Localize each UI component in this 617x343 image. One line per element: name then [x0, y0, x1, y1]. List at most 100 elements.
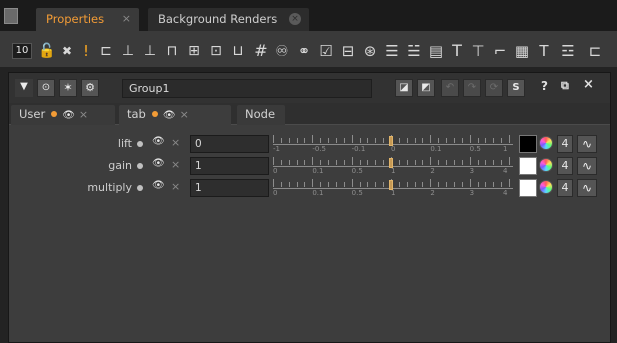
- slider-tick: [288, 182, 290, 187]
- slider-handle[interactable]: [389, 158, 393, 168]
- help-button[interactable]: ?: [541, 79, 548, 93]
- animation-dot-icon[interactable]: [137, 163, 143, 169]
- tab-user[interactable]: User 👁 ×: [11, 105, 115, 125]
- panel-grip-handle[interactable]: [4, 8, 18, 24]
- slider-tick: [453, 160, 455, 165]
- float-icon[interactable]: !: [80, 41, 92, 61]
- slider-tick: [280, 182, 282, 187]
- curve-icon[interactable]: ∿: [577, 135, 597, 153]
- animation-dot-icon[interactable]: [137, 141, 143, 147]
- tab-user-label: User: [19, 107, 46, 121]
- color-swatch[interactable]: [519, 157, 537, 175]
- knob-slider[interactable]: -1 -0.5 -0.1 0 0.1 0.5 1: [271, 134, 515, 154]
- slider-tick: [453, 138, 455, 143]
- slider-tick-label: 2: [430, 167, 435, 175]
- close-icon[interactable]: ×: [180, 106, 189, 124]
- divider-icon[interactable]: ⊏: [584, 41, 606, 61]
- tab-tab[interactable]: tab 👁 ×: [119, 105, 231, 125]
- text-icon[interactable]: T: [448, 41, 466, 61]
- close-icon[interactable]: ×: [171, 180, 180, 193]
- close-all-icon[interactable]: ✖: [58, 41, 76, 61]
- slider-tick: [461, 160, 463, 165]
- text-icon[interactable]: T: [534, 41, 554, 61]
- slider-handle[interactable]: [389, 136, 393, 146]
- slider-tick: [312, 179, 314, 187]
- slider-tick: [359, 160, 361, 165]
- curve-icon[interactable]: ∿: [577, 157, 597, 175]
- list-icon[interactable]: ☱: [404, 41, 424, 61]
- close-panel-icon[interactable]: ×: [583, 77, 594, 92]
- button-icon[interactable]: ⊟: [338, 41, 358, 61]
- region-icon[interactable]: ⊞: [184, 41, 204, 61]
- lock-icon[interactable]: 🔓: [38, 41, 55, 61]
- wrench-icon[interactable]: ✶: [59, 79, 77, 97]
- divider-icon[interactable]: ☲: [556, 41, 580, 61]
- eye-icon[interactable]: 👁: [152, 180, 165, 191]
- eye-icon[interactable]: 👁: [152, 136, 165, 147]
- tools-icon[interactable]: ⚙: [81, 79, 99, 97]
- node-name-field[interactable]: Group1: [122, 79, 372, 98]
- color-swatch[interactable]: [519, 135, 537, 153]
- hash-icon[interactable]: #: [252, 41, 270, 61]
- color-wheel-icon[interactable]: [539, 158, 553, 172]
- collapse-arrow-icon[interactable]: ▼: [15, 79, 33, 97]
- redo-icon[interactable]: ◩: [417, 79, 435, 97]
- slider-tick-label: 0.5: [351, 167, 363, 175]
- settings-button[interactable]: S: [507, 79, 525, 97]
- slider-tick: [335, 182, 337, 187]
- channel-count-button[interactable]: 4: [557, 179, 573, 197]
- curve-icon[interactable]: ∿: [577, 179, 597, 197]
- close-icon[interactable]: ×: [289, 13, 301, 25]
- grid-icon[interactable]: ⊥: [140, 41, 160, 61]
- animation-dot-icon[interactable]: [137, 185, 143, 191]
- grid-icon[interactable]: ⊥: [118, 41, 138, 61]
- undo-icon[interactable]: ◪: [395, 79, 413, 97]
- close-icon[interactable]: ×: [79, 106, 88, 124]
- color-wheel-icon[interactable]: [539, 136, 553, 150]
- nodes-icon[interactable]: ♾: [272, 41, 292, 61]
- knob-row-multiply: multiply 👁 × 1 0 0.1 0.5 1 2 3 4 4 ∿: [9, 178, 610, 198]
- tab-node[interactable]: Node: [237, 105, 285, 125]
- tab-properties[interactable]: Properties ×: [36, 8, 139, 31]
- list-icon[interactable]: ☰: [382, 41, 402, 61]
- nodes-icon[interactable]: ⚭: [294, 41, 314, 61]
- float-panel-icon[interactable]: ⧉: [561, 79, 569, 93]
- center-node-button[interactable]: ⊙: [37, 79, 55, 97]
- slider-tick: [296, 182, 298, 187]
- list-icon[interactable]: ▤: [426, 41, 446, 61]
- slider-tick: [273, 179, 274, 187]
- slider-tick: [469, 179, 471, 187]
- checkbox-icon[interactable]: ☑: [316, 41, 336, 61]
- color-wheel-icon[interactable]: [539, 180, 553, 194]
- knob-slider[interactable]: 0 0.1 0.5 1 2 3 4: [271, 178, 515, 198]
- color-swatch[interactable]: [519, 179, 537, 197]
- channel-count-button[interactable]: 4: [557, 135, 573, 153]
- region-icon[interactable]: ⊓: [162, 41, 182, 61]
- tab-icon[interactable]: ▦: [512, 41, 532, 61]
- close-icon[interactable]: ×: [122, 12, 131, 25]
- close-icon[interactable]: ×: [171, 136, 180, 149]
- slider-tick-label: 3: [469, 167, 475, 175]
- text-icon[interactable]: ⊤: [468, 41, 488, 61]
- link-icon[interactable]: ⊔: [228, 41, 248, 61]
- knob-slider[interactable]: 0 0.1 0.5 1 2 3 4: [271, 156, 515, 176]
- close-icon[interactable]: ×: [171, 158, 180, 171]
- transform-icon[interactable]: ⊛: [360, 41, 380, 61]
- link-icon[interactable]: ⊡: [206, 41, 226, 61]
- slider-tick: [406, 182, 408, 187]
- eye-icon[interactable]: 👁: [152, 158, 165, 169]
- knob-value-input[interactable]: 1: [190, 157, 269, 175]
- knob-value-input[interactable]: 1: [190, 179, 269, 197]
- node-tool-icon[interactable]: ⊏: [96, 41, 116, 61]
- paste-icon[interactable]: ⌐: [490, 41, 510, 61]
- eye-icon[interactable]: 👁: [163, 107, 176, 125]
- channel-count-button[interactable]: 4: [557, 157, 573, 175]
- refresh-icon: ⟳: [485, 79, 503, 97]
- tab-background-renders[interactable]: Background Renders ×: [148, 8, 309, 31]
- max-panels-field[interactable]: 10: [12, 43, 32, 59]
- slider-handle[interactable]: [389, 180, 393, 190]
- knob-value-input[interactable]: 0: [190, 135, 269, 153]
- slider-tick: [438, 138, 440, 143]
- eye-icon[interactable]: 👁: [62, 107, 75, 125]
- slider-tick: [446, 182, 448, 187]
